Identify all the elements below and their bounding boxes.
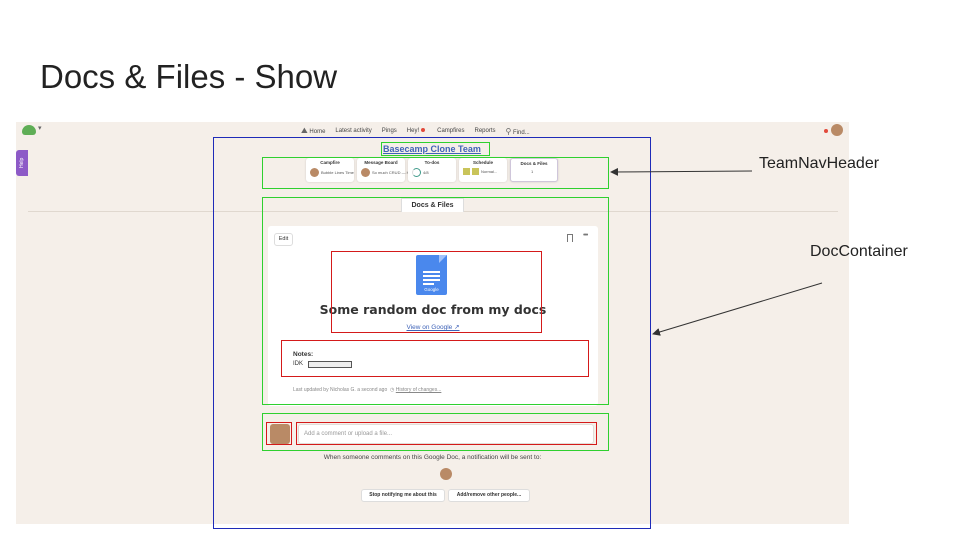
doc-container-annotation: DocContainer <box>810 243 908 260</box>
team-nav-header-annotation: TeamNavHeader <box>759 155 880 172</box>
doc-container-arrow <box>652 282 823 336</box>
annotation-arrows <box>610 167 823 336</box>
team-nav-header-arrow <box>610 167 753 176</box>
